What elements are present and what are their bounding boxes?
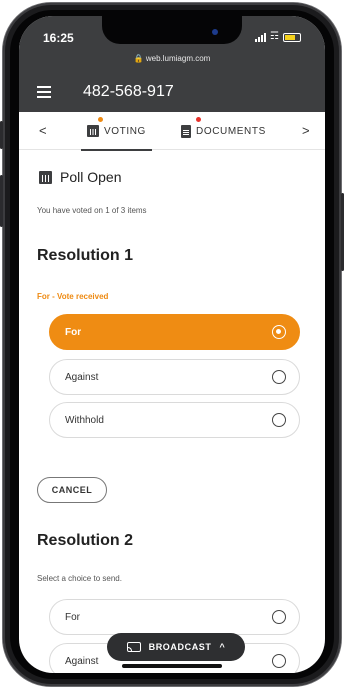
meeting-id: 482-568-917 [83,83,174,100]
voting-notification-dot [98,117,103,122]
home-indicator[interactable] [122,664,222,668]
url-text: web.lumiagm.com [145,54,211,63]
radio-selected-icon [272,325,286,339]
signal-icon [255,32,267,42]
bar-chart-icon [87,125,99,137]
phone-screen: 16:25 ☶ 🔒 web.lumiagm.com 482-568-917 < … [19,16,325,673]
cast-icon [126,642,141,652]
documents-notification-dot [196,117,201,122]
broadcast-button[interactable]: BROADCAST ^ [107,633,245,661]
resolution-1-title: Resolution 1 [37,247,134,264]
camera-icon [212,29,218,35]
resolution-2-title: Resolution 2 [37,532,134,549]
cancel-button[interactable]: CANCEL [37,477,107,503]
radio-unselected-icon [272,654,286,668]
option-label: Withhold [65,414,104,426]
tab-voting[interactable]: VOTING [81,112,152,151]
document-icon [181,124,191,138]
option-label: For [65,611,80,623]
resolution-2-instruction: Select a choice to send. [37,574,122,583]
tab-next-arrow[interactable]: > [302,123,310,138]
radio-unselected-icon [272,610,286,624]
battery-icon [283,32,301,42]
bar-chart-icon [39,170,52,184]
wifi-icon: ☶ [270,31,279,42]
vote-status: For - Vote received [37,292,109,301]
radio-unselected-icon [272,370,286,384]
tab-bar: < VOTING DOCUMENTS > [19,112,325,151]
option-label: Against [65,655,99,667]
broadcast-label: BROADCAST [148,642,212,652]
tab-documents-label: DOCUMENTS [196,125,266,137]
resolution-1-option-for[interactable]: For [49,314,300,350]
url-bar[interactable]: 🔒 web.lumiagm.com [19,54,325,63]
side-button-left [0,121,3,149]
poll-progress-text: You have voted on 1 of 3 items [37,206,147,215]
status-icons: ☶ [255,32,301,42]
resolution-2-option-for[interactable]: For [49,599,300,635]
notch [102,16,242,44]
poll-header: Poll Open [39,169,121,185]
resolution-1-option-withhold[interactable]: Withhold [49,402,300,438]
poll-title: Poll Open [60,169,122,185]
menu-icon[interactable] [37,86,51,98]
app-header: 482-568-917 [19,72,325,112]
option-label: For [65,326,82,338]
radio-unselected-icon [272,413,286,427]
chevron-up-icon: ^ [219,642,226,652]
status-bar: 16:25 ☶ 🔒 web.lumiagm.com [19,16,325,72]
status-time: 16:25 [43,31,74,45]
option-label: Against [65,371,99,383]
resolution-1-option-against[interactable]: Against [49,359,300,395]
volume-button-left [0,175,3,227]
tab-documents[interactable]: DOCUMENTS [181,112,266,150]
tab-voting-label: VOTING [104,125,146,137]
tab-prev-arrow[interactable]: < [39,123,47,138]
